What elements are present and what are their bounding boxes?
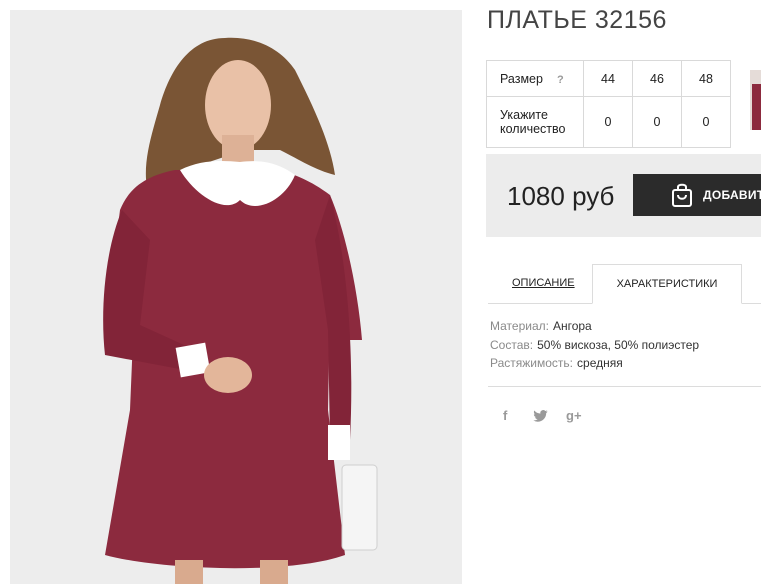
product-photo[interactable] <box>10 10 462 584</box>
price-panel: 1080 руб ДОБАВИТЬ <box>486 154 761 237</box>
quantity-input-44[interactable]: 0 <box>583 96 633 148</box>
size-46: 46 <box>632 60 682 97</box>
tab-description[interactable]: ОПИСАНИЕ <box>512 277 575 289</box>
help-icon[interactable]: ? <box>557 74 564 86</box>
twitter-icon[interactable] <box>533 410 548 425</box>
quantity-label-line2: количество <box>500 122 566 136</box>
shopping-bag-icon <box>671 182 693 208</box>
product-price: 1080 руб <box>507 181 615 211</box>
size-quantity-table: Размер? 44 46 48 Укажите количество 0 0 … <box>486 60 731 148</box>
characteristics-list: Материал: Ангора Состав: 50% вискоза, 50% … <box>490 320 699 376</box>
spec-key: Материал: <box>490 319 549 333</box>
size-44: 44 <box>583 60 633 97</box>
spec-key: Состав: <box>490 337 534 352</box>
size-label: Размер <box>500 71 543 86</box>
spec-value: средняя <box>577 356 623 370</box>
facebook-icon[interactable]: f <box>503 408 507 423</box>
quantity-input-46[interactable]: 0 <box>632 96 682 148</box>
spec-row-material: Материал: Ангора <box>490 320 699 339</box>
google-plus-icon[interactable]: g+ <box>566 408 582 423</box>
size-48: 48 <box>681 60 731 97</box>
add-to-cart-button[interactable]: ДОБАВИТЬ <box>633 174 761 216</box>
spec-row-composition: Состав: 50% вискоза, 50% полиэстер <box>490 337 700 358</box>
product-thumbnail[interactable] <box>750 70 761 130</box>
product-title: ПЛАТЬЕ 32156 <box>487 6 667 34</box>
size-label-cell: Размер? <box>486 60 584 97</box>
spec-row-stretch: Растяжимость: средняя <box>490 357 699 376</box>
tab-characteristics[interactable]: ХАРАКТЕРИСТИКИ <box>592 264 742 304</box>
spec-key: Растяжимость: <box>490 356 574 370</box>
quantity-label-line1: Укажите <box>500 108 548 122</box>
divider <box>488 386 761 387</box>
quantity-label-cell: Укажите количество <box>486 96 584 148</box>
quantity-input-48[interactable]: 0 <box>681 96 731 148</box>
add-to-cart-label: ДОБАВИТЬ <box>703 188 761 202</box>
spec-value: 50% вискоза, 50% полиэстер <box>537 337 700 352</box>
spec-value: Ангора <box>552 319 592 333</box>
